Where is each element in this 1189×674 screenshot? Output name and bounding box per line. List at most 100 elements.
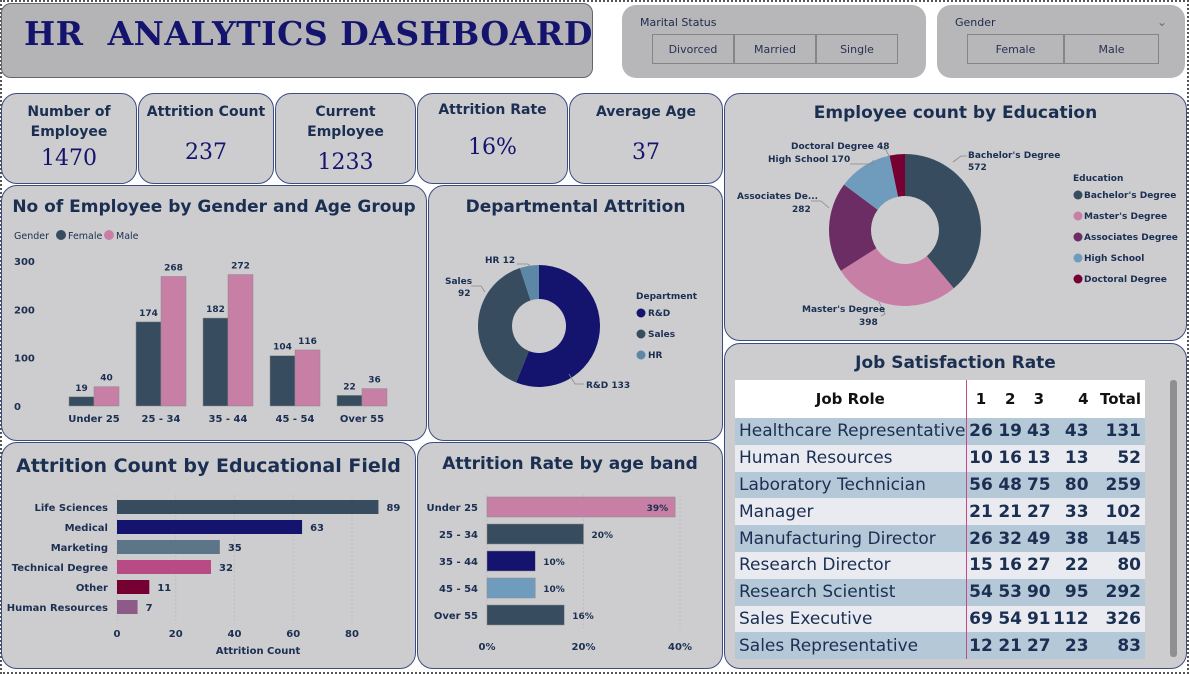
y-tick-label: 100 [14,354,35,365]
job-role-cell: Healthcare Representative [735,418,967,445]
table-cell: 23 [1052,632,1097,660]
column-header[interactable]: 4 [1052,380,1097,418]
legend-label: High School [1084,254,1144,264]
bar[interactable] [117,500,379,514]
bar[interactable] [117,520,303,534]
gender-male-button[interactable]: Male [1064,34,1159,64]
table-cell: 75 [1024,471,1053,499]
bar[interactable] [117,600,138,614]
bar-male[interactable] [361,388,388,407]
table-cell: 83 [1096,632,1145,660]
table-cell: 145 [1096,525,1145,552]
data-label: 116 [298,337,317,347]
column-header[interactable]: Total [1096,380,1145,418]
kpi-label: Number of Employee [27,104,111,140]
table-row[interactable]: Human Resources 10 16 13 13 52 [735,444,1145,472]
bar-male[interactable] [227,274,254,407]
job-role-cell: Sales Representative [735,632,967,660]
chevron-down-icon[interactable]: ⌄ [1157,15,1167,29]
data-label-sales-value: 92 [458,289,471,299]
column-header[interactable]: 3 [1024,380,1053,418]
donut-slice-sales[interactable] [478,268,531,383]
data-label: 174 [139,309,158,319]
bar-male[interactable] [294,349,321,407]
table-body: Healthcare Representative 26 19 43 43 131 Huma… [735,418,1145,660]
bar[interactable] [486,577,536,599]
job-role-cell: Manager [735,498,967,526]
bar[interactable] [117,560,211,574]
bar-male[interactable] [160,276,187,407]
table-row[interactable]: Healthcare Representative 26 19 43 43 131 [735,418,1145,445]
table-cell: 43 [1024,418,1053,445]
marital-married-button[interactable]: Married [734,34,816,64]
bar[interactable] [486,550,536,572]
y-tick-label: 300 [14,257,35,268]
leader-line-bachelor [952,155,967,163]
legend-label-sales: Sales [648,330,675,340]
table-row[interactable]: Manufacturing Director 26 32 49 38 145 [735,525,1145,552]
y-category-label: Under 25 [426,503,478,514]
y-category-label: Life Sciences [34,503,108,514]
bar[interactable] [486,604,565,626]
bar-female[interactable] [202,317,229,407]
data-label: 19 [75,384,88,394]
y-category-label: Marketing [51,543,108,554]
bar[interactable] [486,523,584,545]
data-label: 272 [231,262,250,272]
job-role-cell: Research Director [735,551,967,579]
table-cell: 91 [1024,605,1053,633]
table-row[interactable]: Sales Executive 69 54 91 112 326 [735,605,1145,633]
column-header[interactable]: 1 [966,380,996,418]
x-tick-label: 20% [572,642,596,653]
table-row[interactable]: Research Director 15 16 27 22 80 [735,551,1145,579]
bar-female[interactable] [269,355,296,407]
kpi-number-of-employee: Number of Employee 1470 [1,93,137,184]
table-cell: 292 [1096,578,1145,606]
table-row[interactable]: Research Scientist 54 53 90 95 292 [735,578,1145,606]
data-label: 268 [164,263,183,273]
table-row[interactable]: Manager 21 21 27 33 102 [735,498,1145,526]
column-header[interactable]: Job Role [735,380,967,418]
column-header[interactable]: 2 [995,380,1025,418]
table-cell: 95 [1052,578,1097,606]
y-category-label: Human Resources [7,603,108,614]
job-role-cell: Research Scientist [735,578,967,606]
bar-female[interactable] [336,395,363,407]
kpi-label: Attrition Count [146,104,266,120]
table-cell: 27 [1024,551,1053,579]
data-label: 7 [146,603,153,614]
kpi-label: Current Employee [307,104,384,140]
marital-divorced-button[interactable]: Divorced [652,34,734,64]
x-tick-label: 80 [345,629,359,640]
title-banner: HR ANALYTICS DASHBOARD [1,3,593,78]
y-tick-label: 0 [14,402,21,413]
x-tick-label: 0 [114,629,121,640]
table-row[interactable]: Laboratory Technician 56 48 75 80 259 [735,471,1145,499]
legend-label: Master's Degree [1084,212,1167,222]
marital-single-button[interactable]: Single [816,34,898,64]
bar-female[interactable] [135,321,162,407]
data-label-sales-name: Sales [445,277,472,287]
table-cell: 80 [1096,551,1145,579]
page-title: HR ANALYTICS DASHBOARD [24,14,593,53]
gender-female-button[interactable]: Female [967,34,1064,64]
data-label: 16% [572,612,594,622]
data-label-rd: R&D 133 [586,381,630,391]
bar[interactable] [117,540,220,554]
table-row[interactable]: Sales Representative 12 21 27 23 83 [735,632,1145,660]
data-label-bachelor-name: Bachelor's Degree [968,151,1060,161]
legend-marker [1073,190,1083,200]
table-header-row: Job Role 1 2 3 4 Total [735,380,1145,418]
table-scrollbar[interactable] [1170,380,1177,657]
bar[interactable] [117,580,150,594]
table-cell: 69 [966,605,996,633]
job-satisfaction-card: Job Satisfaction Rate Job Role 1 2 3 4 T… [724,343,1187,669]
bar-female[interactable] [68,396,95,407]
gender-age-chart: Gender Female Male 0 100 200 300 19 40 Under … [14,230,388,425]
table-cell: 259 [1096,471,1145,499]
data-label: 63 [310,523,324,534]
x-tick-label: Under 25 [68,414,120,425]
x-axis-title: Attrition Count [216,646,301,657]
table-cell: 49 [1024,525,1053,552]
bar-male[interactable] [93,386,120,407]
